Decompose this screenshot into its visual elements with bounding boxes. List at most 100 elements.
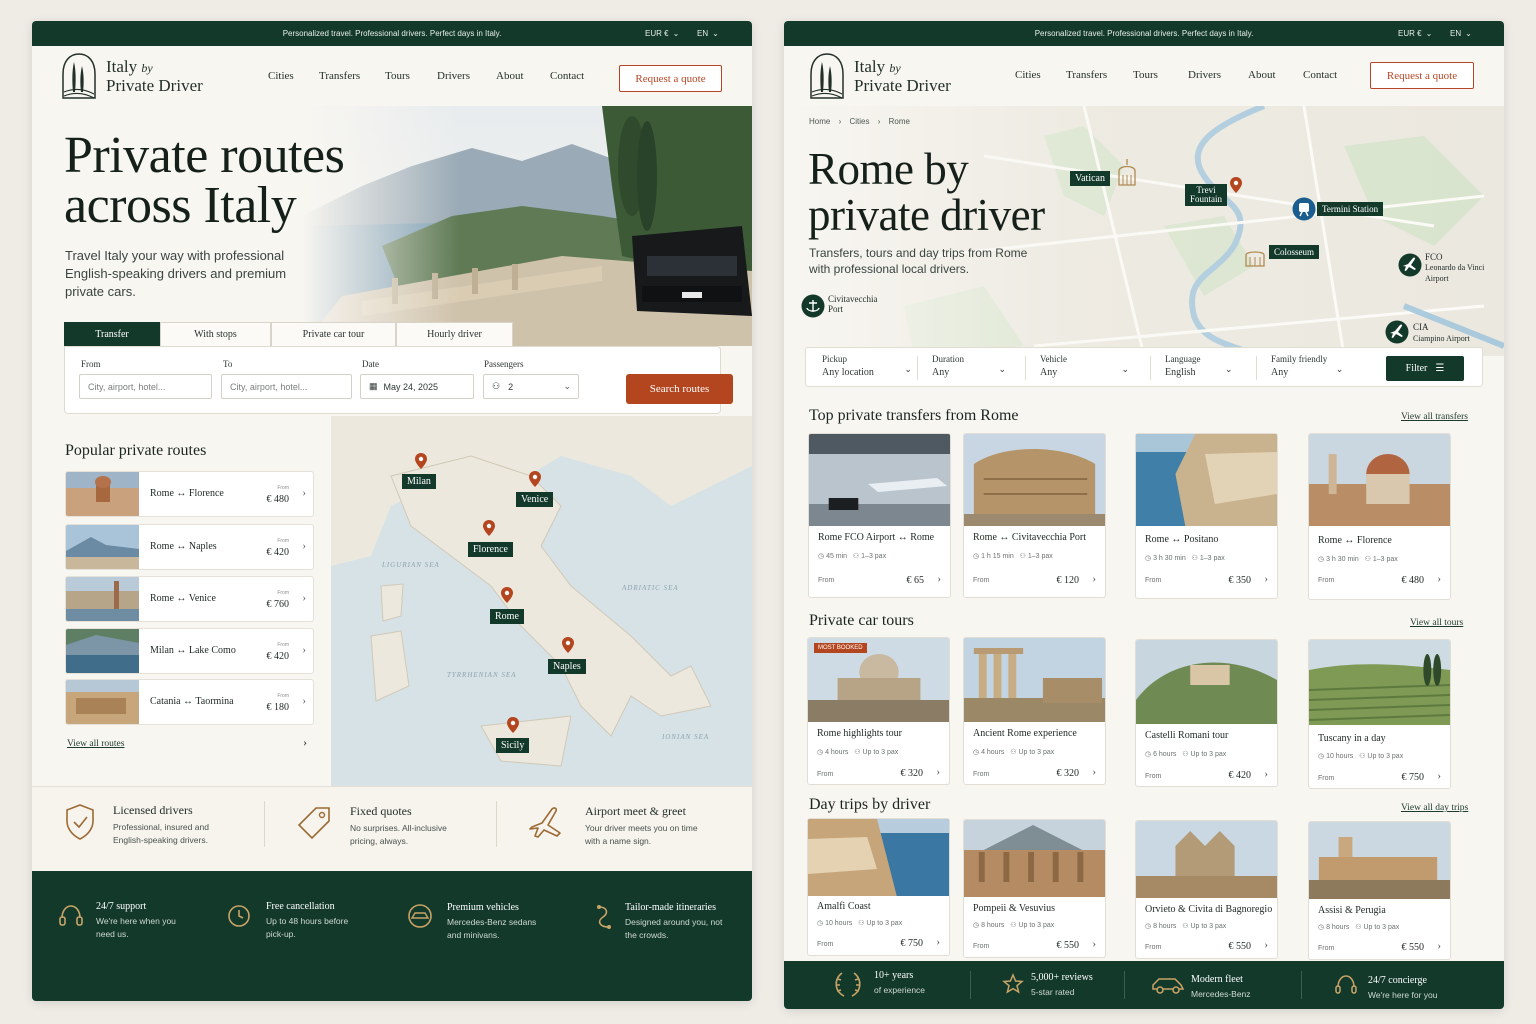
day-trip-card-assisi[interactable]: Assisi & Perugia ◷ 8 hours ⚇ Up to 3 pax…	[1308, 821, 1451, 960]
map-pin-icon[interactable]	[483, 520, 495, 536]
language-filter[interactable]: Language English ⌄	[1165, 354, 1232, 378]
hero-coast-image	[302, 106, 752, 346]
map-label-trevi-fountain[interactable]: Trevi Fountain	[1185, 184, 1228, 206]
map-label-civitavecchia-port[interactable]: Civitavecchia Port	[828, 294, 877, 314]
route-item-catania-taormina[interactable]: Catania ↔ Taormina From € 180 ›	[65, 679, 314, 725]
chevron-right-icon: ›	[302, 592, 306, 604]
nav-tours[interactable]: Tours	[1133, 69, 1158, 81]
map-pin-icon[interactable]	[415, 453, 427, 469]
map-label-rome[interactable]: Rome	[490, 609, 524, 624]
route-item-rome-florence[interactable]: Rome ↔ Florence From € 480 ›	[65, 471, 314, 517]
day-trip-card-pompeii[interactable]: Pompeii & Vesuvius ◷ 8 hours ⚇ Up to 3 p…	[963, 819, 1106, 958]
route-item-rome-naples[interactable]: Rome ↔ Naples From € 420 ›	[65, 524, 314, 570]
nav-drivers[interactable]: Drivers	[437, 70, 470, 82]
map-label-termini-station[interactable]: Termini Station	[1317, 202, 1384, 216]
route-item-rome-venice[interactable]: Rome ↔ Venice From € 760 ›	[65, 576, 314, 622]
tour-card-rome-highlights[interactable]: MOST BOOKED Rome highlights tour ◷ 4 hou…	[807, 637, 950, 785]
request-quote-button[interactable]: Request a quote	[1370, 62, 1474, 89]
route-thumbnail	[66, 629, 139, 673]
clock-icon: ◷	[973, 749, 980, 756]
nav-cities[interactable]: Cities	[268, 70, 294, 82]
vehicle-filter[interactable]: Vehicle Any ⌄	[1040, 354, 1129, 378]
transfer-card-fco[interactable]: Rome FCO Airport ↔ Rome ◷ 45 min ⚇ 1–3 p…	[808, 433, 951, 598]
brand-logo[interactable]: Italy by Private Driver	[808, 52, 951, 100]
map-pin-icon[interactable]	[529, 471, 541, 487]
tour-card-tuscany[interactable]: Tuscany in a day ◷ 10 hours ⚇ Up to 3 pa…	[1308, 639, 1451, 789]
view-all-tours-link[interactable]: View all tours	[1410, 618, 1463, 628]
duration-filter[interactable]: Duration Any ⌄	[932, 354, 1006, 378]
route-item-milan-lake-como[interactable]: Milan ↔ Lake Como From € 420 ›	[65, 628, 314, 674]
nav-contact[interactable]: Contact	[1303, 69, 1337, 81]
transfer-card-civitavecchia[interactable]: Rome ↔ Civitavecchia Port ◷ 1 h 15 min ⚇…	[963, 433, 1106, 598]
adriatic-sea-label: ADRIATIC SEA	[622, 584, 679, 592]
chevron-right-icon[interactable]: ›	[303, 735, 307, 750]
currency-selector[interactable]: EUR € ⌄	[1398, 21, 1432, 46]
view-all-day-trips-link[interactable]: View all day trips	[1401, 803, 1468, 813]
to-input[interactable]: City, airport, hotel...	[221, 374, 352, 399]
chevron-right-icon: ›	[1437, 770, 1441, 782]
nav-drivers[interactable]: Drivers	[1188, 69, 1221, 81]
map-label-vatican[interactable]: Vatican	[1070, 171, 1110, 186]
cypress-logo-icon	[62, 53, 96, 99]
search-routes-button[interactable]: Search routes	[626, 374, 733, 404]
italy-map[interactable]	[331, 416, 752, 786]
nav-about[interactable]: About	[496, 70, 524, 82]
day-trip-card-orvieto[interactable]: Orvieto & Civita di Bagnoregio ◷ 8 hours…	[1135, 820, 1278, 959]
nav-transfers[interactable]: Transfers	[319, 70, 360, 82]
laurel-icon	[835, 972, 861, 997]
brand-logo[interactable]: Italy by Private Driver	[60, 52, 203, 100]
route-thumbnail	[66, 577, 139, 621]
nav-contact[interactable]: Contact	[550, 70, 584, 82]
map-label-colosseum[interactable]: Colosseum	[1269, 245, 1320, 259]
chevron-down-icon: ⌄	[1425, 29, 1433, 38]
chevron-down-icon: ⌄	[1121, 364, 1129, 374]
tour-card-ancient-rome[interactable]: Ancient Rome experience ◷ 4 hours ⚇ Up t…	[963, 637, 1106, 785]
map-pin-icon[interactable]	[501, 587, 513, 603]
request-quote-button[interactable]: Request a quote	[619, 65, 722, 92]
language-selector[interactable]: EN ⌄	[1450, 21, 1472, 46]
airplane-icon[interactable]	[1385, 320, 1409, 344]
map-label-venice[interactable]: Venice	[516, 492, 554, 507]
day-trip-card-amalfi[interactable]: Amalfi Coast ◷ 10 hours ⚇ Up to 3 pax Fr…	[807, 818, 950, 956]
from-input[interactable]: City, airport, hotel...	[79, 374, 212, 399]
nav-tours[interactable]: Tours	[385, 70, 410, 82]
map-pin-icon[interactable]	[1230, 177, 1242, 193]
pickup-filter[interactable]: Pickup Any location ⌄	[822, 354, 912, 378]
map-pin-icon[interactable]	[562, 637, 574, 653]
tab-transfer[interactable]: Transfer	[64, 322, 160, 347]
map-label-naples[interactable]: Naples	[548, 659, 586, 674]
breadcrumb-cities[interactable]: Cities	[849, 117, 869, 126]
train-station-icon[interactable]	[1292, 197, 1316, 221]
airplane-icon[interactable]	[1398, 253, 1422, 277]
divider	[970, 971, 971, 999]
map-label-cia[interactable]: CIA Ciampino Airport	[1413, 322, 1470, 344]
tour-card-castelli-romani[interactable]: Castelli Romani tour ◷ 6 hours ⚇ Up to 3…	[1135, 639, 1278, 787]
view-all-routes-link[interactable]: View all routes	[67, 739, 124, 749]
map-label-sicily[interactable]: Sicily	[496, 738, 530, 753]
nav-cities[interactable]: Cities	[1015, 69, 1041, 81]
breadcrumb-home[interactable]: Home	[809, 117, 830, 126]
filter-button[interactable]: Filter ☰	[1386, 356, 1464, 381]
nav-transfers[interactable]: Transfers	[1066, 69, 1107, 81]
map-label-milan[interactable]: Milan	[402, 474, 436, 489]
date-input[interactable]: ▦ May 24, 2025	[360, 374, 474, 399]
tab-hourly-driver[interactable]: Hourly driver	[396, 322, 513, 347]
transfer-card-positano[interactable]: Rome ↔ Positano ◷ 3 h 30 min ⚇ 1–3 pax F…	[1135, 433, 1278, 599]
nav-about[interactable]: About	[1248, 69, 1276, 81]
language-selector[interactable]: EN ⌄	[697, 21, 719, 46]
transfers-section-title: Top private transfers from Rome	[809, 407, 1019, 424]
view-all-transfers-link[interactable]: View all transfers	[1401, 412, 1468, 422]
transfer-card-florence[interactable]: Rome ↔ Florence ◷ 3 h 30 min ⚇ 1–3 pax F…	[1308, 433, 1451, 600]
person-icon: ⚇	[1364, 556, 1371, 563]
tab-private-car-tour[interactable]: Private car tour	[271, 322, 396, 347]
map-label-florence[interactable]: Florence	[468, 542, 513, 557]
tab-with-stops[interactable]: With stops	[160, 322, 271, 347]
currency-selector[interactable]: EUR € ⌄	[645, 21, 679, 46]
headset-icon	[1335, 975, 1357, 994]
passengers-label: Passengers	[484, 359, 524, 369]
passengers-select[interactable]: ⚇ 2 ⌄	[483, 374, 579, 399]
map-pin-icon[interactable]	[507, 717, 519, 733]
anchor-icon[interactable]	[801, 294, 825, 318]
family-friendly-filter[interactable]: Family friendly Any ⌄	[1271, 354, 1343, 378]
map-label-fco[interactable]: FCO Leonardo da Vinci Airport	[1425, 252, 1484, 284]
